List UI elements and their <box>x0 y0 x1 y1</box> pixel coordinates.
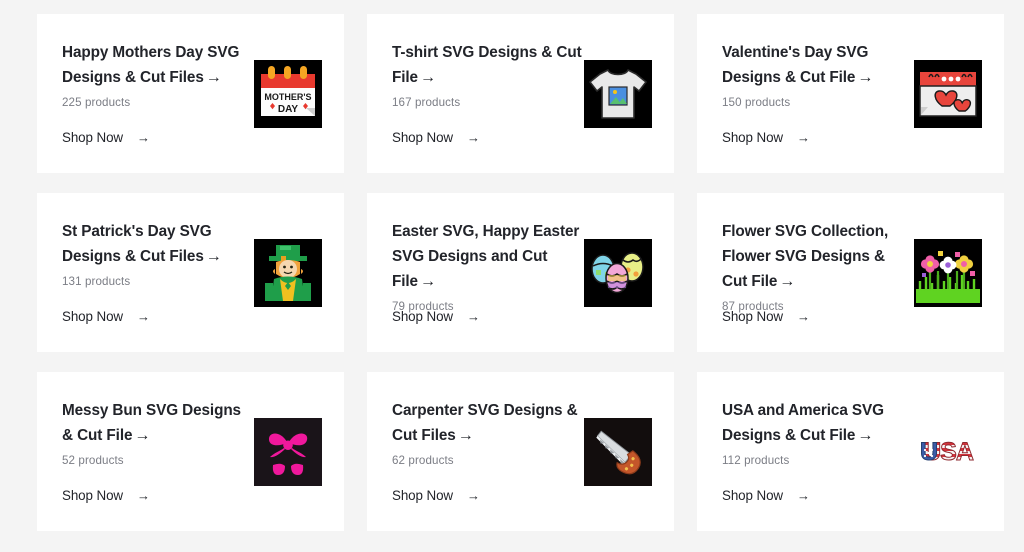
card-product-count: 52 products <box>62 454 124 467</box>
card-text-block: T-shirt SVG Designs & Cut File → 167 prod… <box>392 40 582 109</box>
card-text-block: USA and America SVG Designs & Cut File → … <box>722 398 912 467</box>
shop-now-link[interactable]: Shop Now → <box>62 309 150 324</box>
shop-now-link[interactable]: Shop Now → <box>392 130 480 145</box>
handsaw-thumbnail <box>584 418 652 486</box>
shop-now-link[interactable]: Shop Now → <box>392 488 480 503</box>
card-text-block: Valentine's Day SVG Designs & Cut File → … <box>722 40 912 109</box>
shop-now-label: Shop Now <box>62 130 123 145</box>
arrow-right-icon: → <box>136 130 150 145</box>
arrow-right-icon: → <box>857 427 874 444</box>
arrow-right-icon: → <box>779 273 796 290</box>
shop-now-link[interactable]: Shop Now → <box>392 309 480 324</box>
collection-card[interactable]: Flower SVG Collection, Flower SVG Design… <box>697 193 1004 352</box>
arrow-right-icon: → <box>419 273 436 290</box>
shop-now-link[interactable]: Shop Now → <box>62 488 150 503</box>
card-title-text: Messy Bun SVG Designs & Cut File <box>62 402 241 444</box>
card-text-block: Happy Mothers Day SVG Designs & Cut File… <box>62 40 252 109</box>
collection-card[interactable]: Messy Bun SVG Designs & Cut File → 52 pro… <box>37 372 344 531</box>
shop-now-link[interactable]: Shop Now → <box>722 488 810 503</box>
arrow-right-icon: → <box>136 488 150 503</box>
collection-card[interactable]: T-shirt SVG Designs & Cut File → 167 prod… <box>367 14 674 173</box>
arrow-right-icon: → <box>796 130 810 145</box>
mothers-day-calendar-thumbnail: MOTHER'S DAY <box>254 60 322 128</box>
card-title[interactable]: Easter SVG, Happy Easter SVG Designs and… <box>392 219 582 294</box>
card-product-count: 150 products <box>722 96 791 109</box>
shop-now-label: Shop Now <box>62 488 123 503</box>
card-text-block: Messy Bun SVG Designs & Cut File → 52 pro… <box>62 398 252 467</box>
arrow-right-icon: → <box>466 130 480 145</box>
card-text-block: St Patrick's Day SVG Designs & Cut Files… <box>62 219 252 288</box>
collection-card[interactable]: Happy Mothers Day SVG Designs & Cut File… <box>37 14 344 173</box>
valentines-calendar-hearts-thumbnail <box>914 60 982 128</box>
leprechaun-thumbnail <box>254 239 322 307</box>
easter-eggs-thumbnail <box>584 239 652 307</box>
shop-now-link[interactable]: Shop Now → <box>722 309 810 324</box>
flower-garden-thumbnail <box>914 239 982 307</box>
card-title[interactable]: Carpenter SVG Designs & Cut Files → <box>392 398 582 448</box>
collection-card[interactable]: USA and America SVG Designs & Cut File → … <box>697 372 1004 531</box>
card-title[interactable]: St Patrick's Day SVG Designs & Cut Files… <box>62 219 252 269</box>
shop-now-label: Shop Now <box>392 488 453 503</box>
card-product-count: 167 products <box>392 96 461 109</box>
svg-text:MOTHER'S: MOTHER'S <box>264 92 311 102</box>
shop-now-label: Shop Now <box>62 309 123 324</box>
card-text-block: Easter SVG, Happy Easter SVG Designs and… <box>392 219 582 313</box>
card-title[interactable]: T-shirt SVG Designs & Cut File → <box>392 40 582 90</box>
card-text-block: Carpenter SVG Designs & Cut Files → 62 pr… <box>392 398 582 467</box>
arrow-right-icon: → <box>457 427 474 444</box>
card-product-count: 62 products <box>392 454 454 467</box>
shop-now-link[interactable]: Shop Now → <box>722 130 810 145</box>
shop-now-label: Shop Now <box>722 488 783 503</box>
card-product-count: 225 products <box>62 96 131 109</box>
card-product-count: 131 products <box>62 275 131 288</box>
svg-text:U: U <box>920 438 938 466</box>
collection-card[interactable]: Easter SVG, Happy Easter SVG Designs and… <box>367 193 674 352</box>
messy-bun-bow-sunglasses-thumbnail <box>254 418 322 486</box>
card-title[interactable]: Messy Bun SVG Designs & Cut File → <box>62 398 252 448</box>
card-title[interactable]: Valentine's Day SVG Designs & Cut File → <box>722 40 912 90</box>
usa-lettering-thumbnail: USA U <box>914 418 982 486</box>
arrow-right-icon: → <box>419 69 436 86</box>
card-text-block: Flower SVG Collection, Flower SVG Design… <box>722 219 912 313</box>
collection-grid: Happy Mothers Day SVG Designs & Cut File… <box>0 0 1024 531</box>
shop-now-label: Shop Now <box>722 309 783 324</box>
shop-now-label: Shop Now <box>722 130 783 145</box>
arrow-right-icon: → <box>136 309 150 324</box>
card-product-count: 112 products <box>722 454 790 467</box>
shop-now-label: Shop Now <box>392 130 453 145</box>
arrow-right-icon: → <box>796 309 810 324</box>
card-title-text: Carpenter SVG Designs & Cut Files <box>392 402 578 444</box>
arrow-right-icon: → <box>205 248 222 265</box>
arrow-right-icon: → <box>857 69 874 86</box>
arrow-right-icon: → <box>205 69 222 86</box>
arrow-right-icon: → <box>466 309 480 324</box>
card-title[interactable]: USA and America SVG Designs & Cut File → <box>722 398 912 448</box>
card-title-text: St Patrick's Day SVG Designs & Cut Files <box>62 223 212 265</box>
shop-now-link[interactable]: Shop Now → <box>62 130 150 145</box>
svg-text:DAY: DAY <box>278 104 299 115</box>
arrow-right-icon: → <box>466 488 480 503</box>
collection-card[interactable]: Carpenter SVG Designs & Cut Files → 62 pr… <box>367 372 674 531</box>
card-title[interactable]: Happy Mothers Day SVG Designs & Cut File… <box>62 40 252 90</box>
card-title-text: Flower SVG Collection, Flower SVG Design… <box>722 223 889 290</box>
arrow-right-icon: → <box>134 427 151 444</box>
tshirt-thumbnail <box>584 60 652 128</box>
arrow-right-icon: → <box>796 488 810 503</box>
collection-card[interactable]: Valentine's Day SVG Designs & Cut File → … <box>697 14 1004 173</box>
collection-card[interactable]: St Patrick's Day SVG Designs & Cut Files… <box>37 193 344 352</box>
card-title[interactable]: Flower SVG Collection, Flower SVG Design… <box>722 219 912 294</box>
shop-now-label: Shop Now <box>392 309 453 324</box>
card-title-text: Valentine's Day SVG Designs & Cut File <box>722 44 869 86</box>
